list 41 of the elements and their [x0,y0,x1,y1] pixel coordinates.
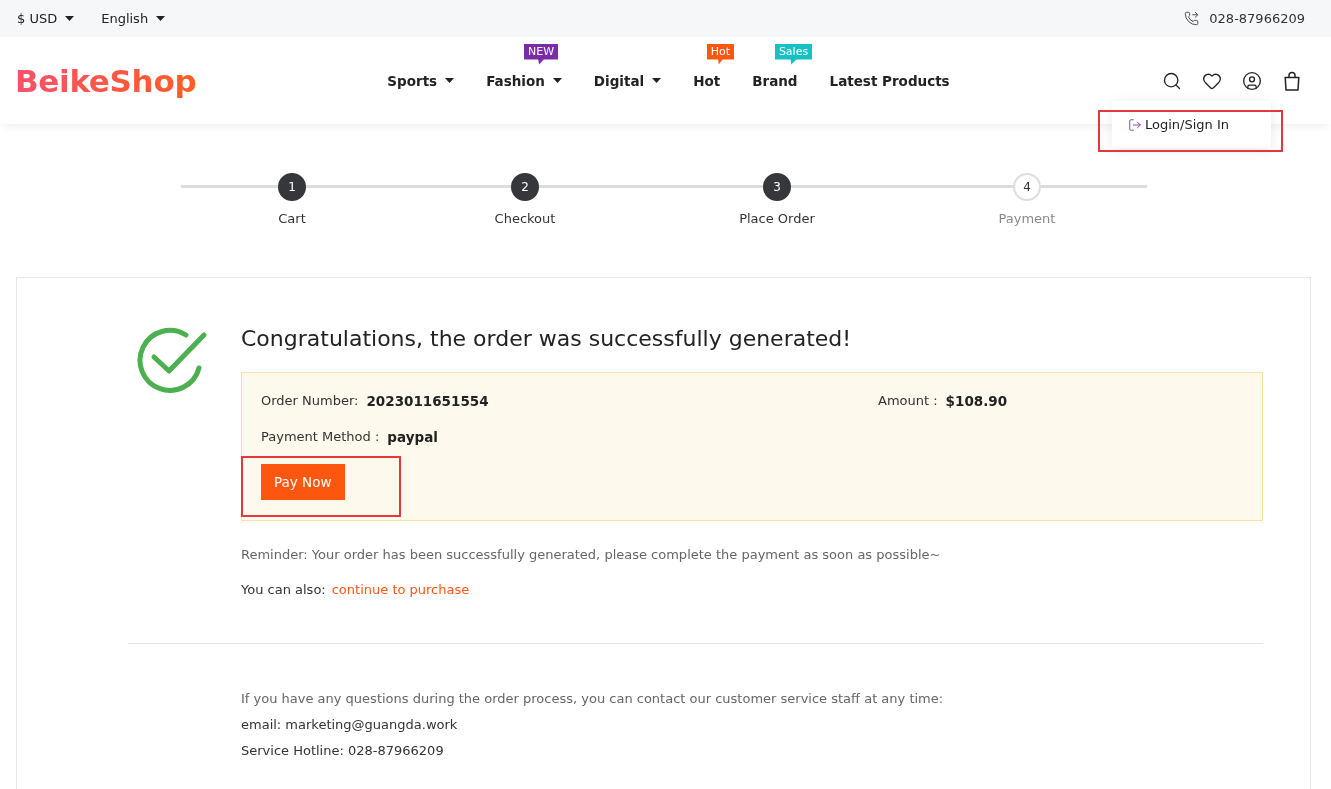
step-label: Checkout [494,211,556,227]
check-circle-icon [136,326,208,394]
nav-item[interactable]: Fashion [486,70,562,91]
step-label: Cart [278,211,306,227]
reminder-text: Reminder: Your order has been successfully generated, please complete the payment as soon as possible~ [241,546,942,564]
also-label: You can also: [241,581,326,599]
step-label: Place Order [739,211,815,227]
step-number: 1 [278,173,306,201]
nav-badge: NEW [524,43,559,65]
user-icon[interactable] [1242,70,1262,91]
step-number: 3 [763,173,791,201]
currency-selector[interactable]: $ USD [17,11,75,26]
nav-item[interactable]: Latest Products [829,70,950,91]
field-value: paypal [387,428,438,446]
shopping-bag-icon[interactable] [1282,70,1302,91]
step-number: 2 [511,173,539,201]
caret-icon [65,16,75,21]
field-label: Order Number: [261,392,359,410]
menu-item[interactable]: Login/Sign In [1128,117,1229,132]
nav-item[interactable]: Digital [593,70,662,91]
nav-item[interactable]: Hot [693,70,721,91]
contact-email: email: marketing@guangda.work [241,716,459,734]
phone-number: 028-87966209 [1209,11,1305,26]
nav-item[interactable]: Brand [752,70,798,91]
field-value: 2023011651554 [366,392,489,410]
field-value: $108.90 [945,392,1008,410]
step-label: Payment [998,211,1056,227]
step-number: 4 [1013,173,1041,201]
phone-icon [1184,11,1200,26]
nav-item[interactable]: Sports [387,70,455,91]
field-label: Payment Method : [261,428,380,446]
field-label: Amount : [878,392,938,410]
contact-hotline: Service Hotline: 028-87966209 [241,742,445,760]
language-selector[interactable]: English [101,11,166,26]
nav-badge: Hot [706,43,734,65]
contact-intro: If you have any questions during the order process, you can contact our customer service staff at any time: [241,690,945,708]
success-title: Congratulations, the order was successfully generated! [241,325,853,353]
search-icon[interactable] [1162,70,1182,91]
caret-icon [156,16,166,21]
login-icon [1128,117,1142,132]
nav-badge: Sales [774,43,813,65]
